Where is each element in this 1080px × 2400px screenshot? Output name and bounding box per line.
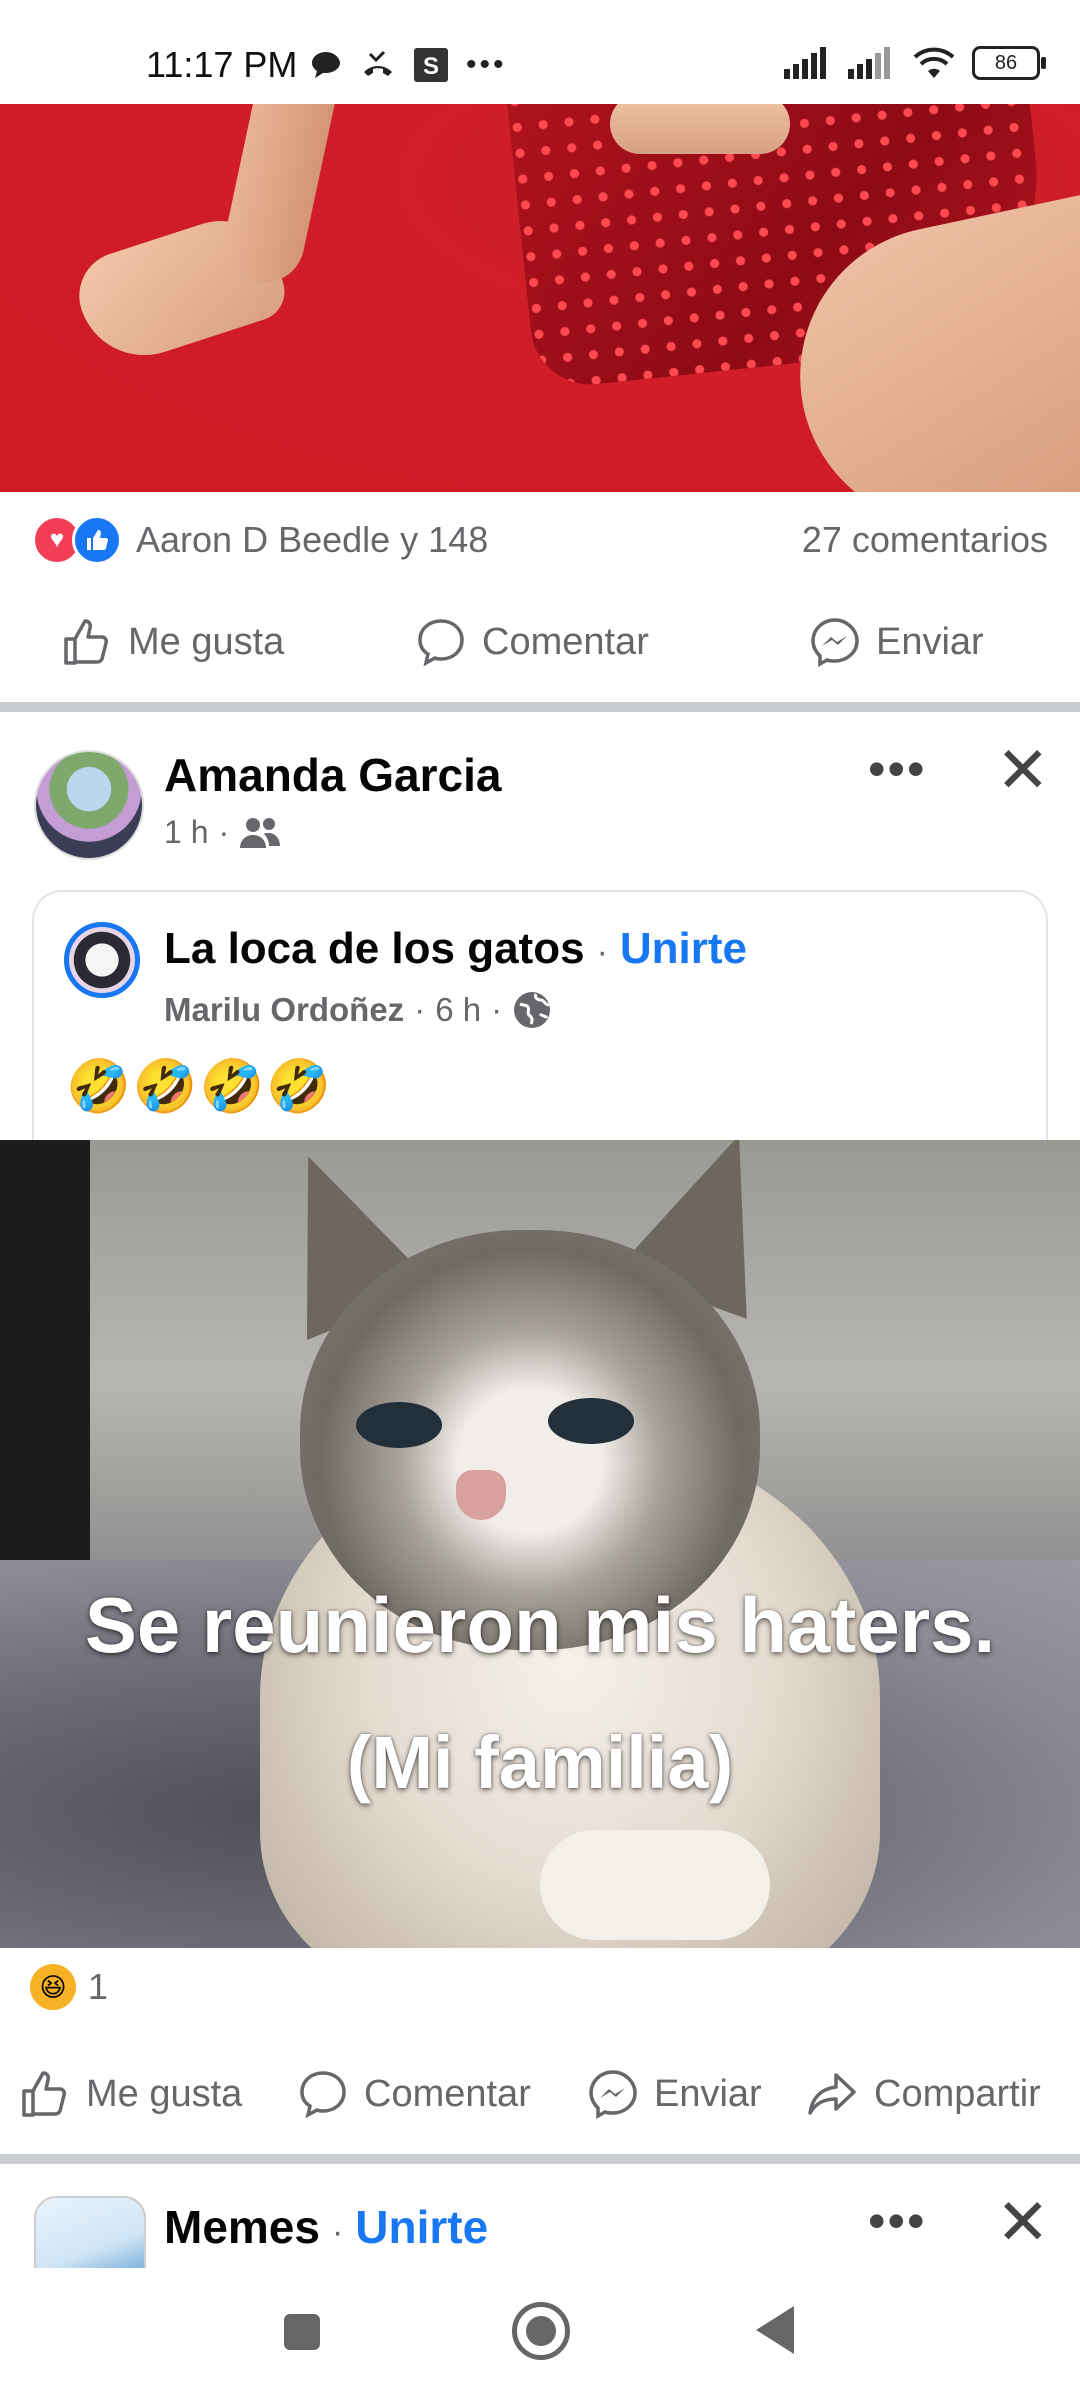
more-options-icon[interactable]: ••• — [868, 2192, 927, 2250]
meta-separator: · — [218, 814, 230, 850]
group-name[interactable]: La loca de los gatos — [164, 924, 585, 974]
comment-icon — [418, 619, 464, 667]
post-actions: Me gusta Comentar Enviar Compartir — [0, 2044, 1080, 2144]
signal-icon — [784, 47, 826, 79]
thumbs-up-icon — [22, 2071, 66, 2117]
shared-text: 🤣🤣🤣🤣 — [66, 1058, 333, 1116]
more-icon: ••• — [466, 48, 507, 81]
separator: · — [331, 2213, 344, 2251]
messenger-icon — [589, 2070, 637, 2120]
shared-meta: Marilu Ordoñez · 6 h · — [164, 990, 552, 1030]
comment-button[interactable]: Comentar — [296, 2067, 531, 2121]
s-app-icon: S — [414, 48, 448, 82]
more-options-icon[interactable]: ••• — [868, 740, 927, 798]
share-label: Compartir — [874, 2072, 1041, 2115]
comments-count[interactable]: 27 comentarios — [802, 519, 1048, 561]
reaction-summary[interactable]: 😆 1 — [30, 1964, 108, 2010]
share-icon — [808, 2073, 856, 2115]
shared-author[interactable]: Marilu Ordoñez — [164, 991, 404, 1029]
avatar[interactable] — [34, 750, 144, 860]
haha-reaction-icon: 😆 — [30, 1964, 76, 2010]
thumbs-up-icon — [64, 619, 108, 665]
close-icon[interactable]: ✕ — [996, 738, 1050, 802]
comment-label: Comentar — [364, 2072, 531, 2115]
post-photo[interactable] — [0, 104, 1080, 492]
join-group-link[interactable]: Unirte — [620, 924, 747, 974]
separator: · — [596, 933, 608, 971]
like-button[interactable]: Me gusta — [18, 2067, 242, 2121]
meme-caption-line2: (Mi familia) — [346, 1721, 734, 1804]
missed-call-icon — [364, 50, 392, 76]
reaction-summary[interactable]: ♥ Aaron D Beedle y 148 27 comentarios — [32, 512, 1048, 568]
post-divider — [0, 2154, 1080, 2164]
home-icon — [526, 2316, 556, 2346]
background-shadow — [0, 1140, 90, 1560]
post-actions: Me gusta Comentar Enviar — [0, 592, 1080, 692]
notification-icons: S ••• — [310, 48, 507, 82]
meme-caption-line1: Se reunieron mis haters. — [84, 1581, 996, 1669]
cat-paw — [540, 1830, 770, 1940]
signal-icon — [848, 47, 890, 79]
chat-bubble-icon — [312, 52, 340, 78]
post-time[interactable]: 1 h — [164, 814, 208, 851]
comment-button[interactable]: Comentar — [414, 615, 649, 669]
recents-button[interactable] — [284, 2314, 320, 2350]
cat-eye — [548, 1398, 634, 1444]
author-name[interactable]: Amanda Garcia — [164, 748, 501, 802]
back-button[interactable] — [756, 2306, 794, 2354]
like-label: Me gusta — [128, 620, 285, 663]
hand — [610, 104, 790, 154]
shared-time[interactable]: 6 h — [435, 991, 481, 1029]
next-post-header: Memes · Unirte — [164, 2200, 488, 2254]
battery-icon: 86 — [972, 46, 1046, 80]
share-button[interactable]: Compartir — [806, 2067, 1041, 2121]
close-icon[interactable]: ✕ — [996, 2190, 1050, 2254]
separator: · — [491, 991, 503, 1028]
cat-nose — [456, 1470, 506, 1520]
friends-icon — [240, 817, 281, 848]
clock: 11:17 PM — [146, 44, 298, 85]
group-name[interactable]: Memes — [164, 2200, 320, 2254]
join-group-link[interactable]: Unirte — [355, 2200, 488, 2254]
reaction-names[interactable]: Aaron D Beedle y 148 — [136, 519, 488, 561]
arm — [216, 104, 344, 290]
group-avatar[interactable] — [64, 922, 140, 998]
reaction-count: 1 — [88, 1966, 109, 2007]
reaction-icons: ♥ — [32, 515, 122, 565]
separator: · — [414, 991, 426, 1028]
comment-icon — [300, 2071, 346, 2119]
post-meta: 1 h · — [164, 814, 281, 851]
send-button[interactable]: Enviar — [808, 615, 984, 669]
messenger-icon — [811, 618, 859, 668]
globe-icon — [514, 992, 551, 1028]
like-reaction-icon — [72, 515, 122, 565]
system-icons: 86 — [784, 46, 1046, 80]
send-button[interactable]: Enviar — [586, 2067, 762, 2121]
meme-image[interactable]: Se reunieron mis haters. (Mi familia) — [0, 1140, 1080, 1948]
shared-header: La loca de los gatos · Unirte — [164, 924, 747, 974]
svg-text:S: S — [423, 53, 439, 80]
wifi-icon — [913, 47, 955, 78]
comment-label: Comentar — [482, 620, 649, 663]
like-label: Me gusta — [86, 2072, 243, 2115]
cat-eye — [356, 1402, 442, 1448]
send-label: Enviar — [654, 2072, 762, 2115]
post-divider — [0, 702, 1080, 712]
like-button[interactable]: Me gusta — [60, 615, 284, 669]
send-label: Enviar — [876, 620, 984, 663]
